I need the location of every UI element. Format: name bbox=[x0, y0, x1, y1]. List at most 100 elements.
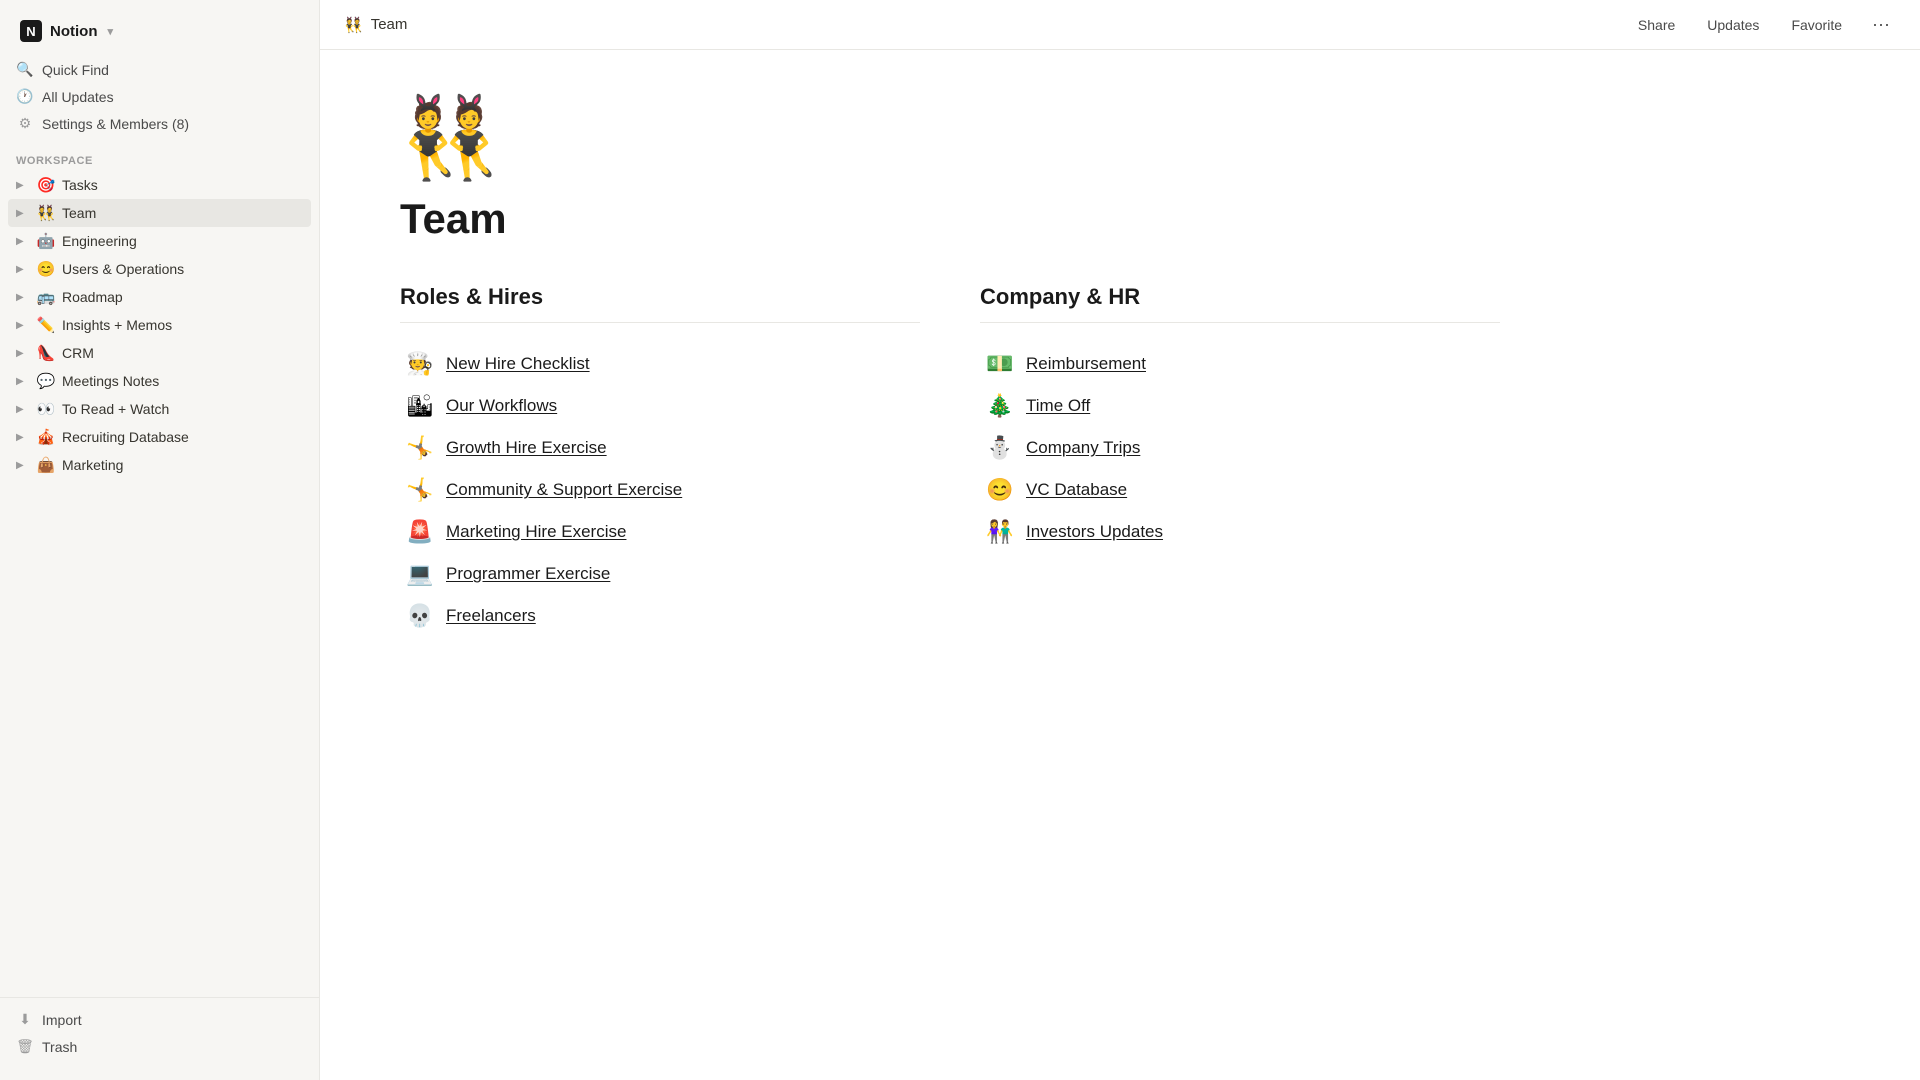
link-reimbursement[interactable]: 💵 Reimbursement bbox=[980, 343, 1500, 385]
import-label: Import bbox=[42, 1012, 82, 1028]
sidebar-item-all-updates[interactable]: 🕐 All Updates bbox=[8, 83, 311, 110]
marketing-hire-label: Marketing Hire Exercise bbox=[446, 522, 626, 542]
topbar-page-emoji: 👯 bbox=[344, 16, 363, 34]
recruiting-label: Recruiting Database bbox=[62, 429, 189, 445]
link-our-workflows[interactable]: 🏙 Our Workflows bbox=[400, 385, 920, 427]
arrow-icon: ▶ bbox=[16, 348, 30, 359]
team-emoji: 👯 bbox=[36, 204, 56, 222]
tasks-emoji: 🎯 bbox=[36, 176, 56, 194]
link-time-off[interactable]: 🎄 Time Off bbox=[980, 385, 1500, 427]
new-hire-label: New Hire Checklist bbox=[446, 354, 590, 374]
arrow-icon: ▶ bbox=[16, 208, 30, 219]
freelancers-label: Freelancers bbox=[446, 606, 536, 626]
link-marketing-hire[interactable]: 🚨 Marketing Hire Exercise bbox=[400, 511, 920, 553]
updates-button[interactable]: Updates bbox=[1699, 13, 1767, 37]
favorite-button[interactable]: Favorite bbox=[1783, 13, 1850, 37]
sidebar-item-import[interactable]: ⬇ Import bbox=[8, 1006, 311, 1033]
topbar-page-title: Team bbox=[371, 16, 408, 33]
sidebar-item-crm[interactable]: ▶ 👠 CRM bbox=[8, 339, 311, 367]
investors-label: Investors Updates bbox=[1026, 522, 1163, 542]
arrow-icon: ▶ bbox=[16, 180, 30, 191]
read-emoji: 👀 bbox=[36, 400, 56, 418]
arrow-icon: ▶ bbox=[16, 376, 30, 387]
sidebar-nav: 🔍 Quick Find 🕐 All Updates ⚙ Settings & … bbox=[0, 52, 319, 141]
sidebar-item-meetings[interactable]: ▶ 💬 Meetings Notes bbox=[8, 367, 311, 395]
link-growth-hire-exercise[interactable]: 🤸 Growth Hire Exercise bbox=[400, 427, 920, 469]
users-label: Users & Operations bbox=[62, 261, 184, 277]
crm-emoji: 👠 bbox=[36, 344, 56, 362]
notion-icon: N bbox=[20, 20, 42, 42]
new-hire-emoji: 🧑‍🍳 bbox=[404, 351, 436, 377]
workspace-label: WORKSPACE bbox=[0, 141, 319, 171]
sidebar-item-team[interactable]: ▶ 👯 Team bbox=[8, 199, 311, 227]
freelancers-emoji: 💀 bbox=[404, 603, 436, 629]
clock-icon: 🕐 bbox=[16, 88, 34, 105]
link-vc-database[interactable]: 😊 VC Database bbox=[980, 469, 1500, 511]
read-label: To Read + Watch bbox=[62, 401, 169, 417]
link-community-support[interactable]: 🤸 Community & Support Exercise bbox=[400, 469, 920, 511]
time-off-emoji: 🎄 bbox=[984, 393, 1016, 419]
app-title[interactable]: N Notion ▾ bbox=[12, 14, 307, 48]
more-button[interactable]: ··· bbox=[1866, 10, 1896, 39]
sidebar-item-settings[interactable]: ⚙ Settings & Members (8) bbox=[8, 110, 311, 137]
sidebar-top: N Notion ▾ bbox=[0, 8, 319, 52]
app-name: Notion bbox=[50, 23, 97, 40]
link-programmer-exercise[interactable]: 💻 Programmer Exercise bbox=[400, 553, 920, 595]
marketing-emoji: 👜 bbox=[36, 456, 56, 474]
tasks-label: Tasks bbox=[62, 177, 98, 193]
sidebar-item-recruiting[interactable]: ▶ 🎪 Recruiting Database bbox=[8, 423, 311, 451]
sidebar-item-marketing[interactable]: ▶ 👜 Marketing bbox=[8, 451, 311, 479]
link-new-hire-checklist[interactable]: 🧑‍🍳 New Hire Checklist bbox=[400, 343, 920, 385]
sidebar-item-tasks[interactable]: ▶ 🎯 Tasks bbox=[8, 171, 311, 199]
arrow-icon: ▶ bbox=[16, 236, 30, 247]
insights-label: Insights + Memos bbox=[62, 317, 172, 333]
growth-hire-emoji: 🤸 bbox=[404, 435, 436, 461]
community-emoji: 🤸 bbox=[404, 477, 436, 503]
sidebar-item-settings-label: Settings & Members (8) bbox=[42, 116, 189, 132]
link-freelancers[interactable]: 💀 Freelancers bbox=[400, 595, 920, 637]
users-emoji: 😊 bbox=[36, 260, 56, 278]
sidebar-item-all-updates-label: All Updates bbox=[42, 89, 114, 105]
marketing-hire-emoji: 🚨 bbox=[404, 519, 436, 545]
time-off-label: Time Off bbox=[1026, 396, 1090, 416]
sidebar-item-to-read-watch[interactable]: ▶ 👀 To Read + Watch bbox=[8, 395, 311, 423]
search-icon: 🔍 bbox=[16, 61, 34, 78]
team-label: Team bbox=[62, 205, 96, 221]
workflows-emoji: 🏙 bbox=[404, 393, 436, 419]
sidebar-item-engineering[interactable]: ▶ 🤖 Engineering bbox=[8, 227, 311, 255]
roadmap-emoji: 🚌 bbox=[36, 288, 56, 306]
arrow-icon: ▶ bbox=[16, 320, 30, 331]
sidebar-item-users-operations[interactable]: ▶ 😊 Users & Operations bbox=[8, 255, 311, 283]
sidebar-item-trash[interactable]: 🗑 Trash bbox=[8, 1033, 311, 1060]
sidebar-item-quick-find[interactable]: 🔍 Quick Find bbox=[8, 56, 311, 83]
topbar: 👯 Team Share Updates Favorite ··· bbox=[320, 0, 1920, 50]
investors-emoji: 👫 bbox=[984, 519, 1016, 545]
sidebar: N Notion ▾ 🔍 Quick Find 🕐 All Updates ⚙ … bbox=[0, 0, 320, 1080]
settings-icon: ⚙ bbox=[16, 115, 34, 132]
arrow-icon: ▶ bbox=[16, 264, 30, 275]
meetings-label: Meetings Notes bbox=[62, 373, 159, 389]
sidebar-workspace: ▶ 🎯 Tasks ▶ 👯 Team ▶ 🤖 Engineering ▶ 😊 U… bbox=[0, 171, 319, 479]
link-company-trips[interactable]: ⛄ Company Trips bbox=[980, 427, 1500, 469]
share-button[interactable]: Share bbox=[1630, 13, 1683, 37]
section-divider bbox=[980, 322, 1500, 323]
topbar-actions: Share Updates Favorite ··· bbox=[1630, 10, 1896, 39]
roles-hires-heading: Roles & Hires bbox=[400, 284, 920, 310]
engineering-emoji: 🤖 bbox=[36, 232, 56, 250]
marketing-label: Marketing bbox=[62, 457, 123, 473]
programmer-emoji: 💻 bbox=[404, 561, 436, 587]
content-grid: Roles & Hires 🧑‍🍳 New Hire Checklist 🏙 O… bbox=[400, 284, 1500, 637]
company-hr-heading: Company & HR bbox=[980, 284, 1500, 310]
company-hr-section: Company & HR 💵 Reimbursement 🎄 Time Off … bbox=[980, 284, 1500, 637]
import-icon: ⬇ bbox=[16, 1011, 34, 1028]
vc-database-label: VC Database bbox=[1026, 480, 1127, 500]
page-content: 👯 Team Roles & Hires 🧑‍🍳 New Hire Checkl… bbox=[320, 50, 1920, 1080]
sidebar-item-insights-memos[interactable]: ▶ ✏️ Insights + Memos bbox=[8, 311, 311, 339]
link-investors-updates[interactable]: 👫 Investors Updates bbox=[980, 511, 1500, 553]
main: 👯 Team Share Updates Favorite ··· 👯 Team… bbox=[320, 0, 1920, 1080]
arrow-icon: ▶ bbox=[16, 460, 30, 471]
community-label: Community & Support Exercise bbox=[446, 480, 682, 500]
vc-database-emoji: 😊 bbox=[984, 477, 1016, 503]
recruiting-emoji: 🎪 bbox=[36, 428, 56, 446]
sidebar-item-roadmap[interactable]: ▶ 🚌 Roadmap bbox=[8, 283, 311, 311]
